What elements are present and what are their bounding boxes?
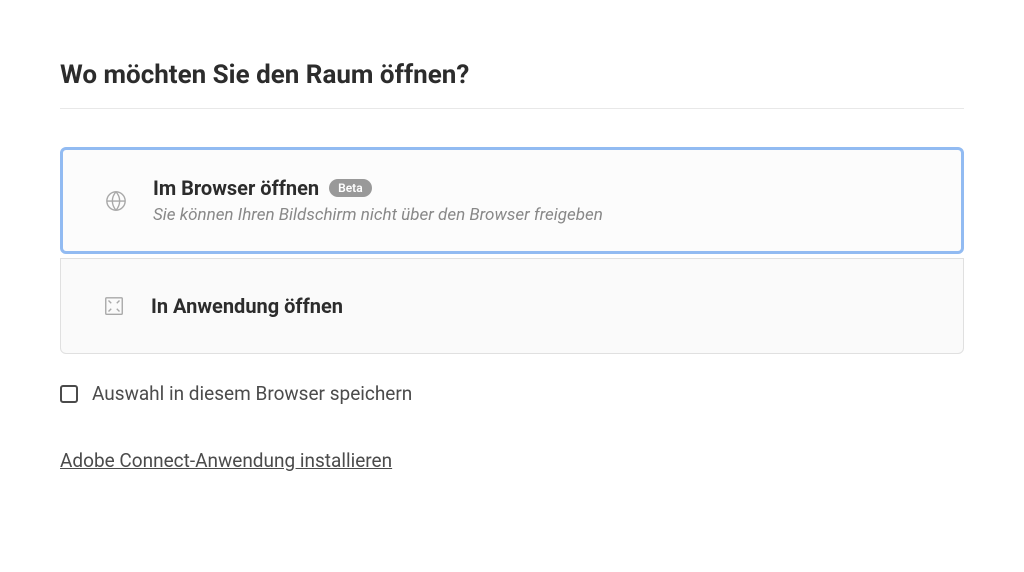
- option-app-title: In Anwendung öffnen: [151, 294, 343, 318]
- option-open-in-browser[interactable]: Im Browser öffnen Beta Sie können Ihren …: [60, 147, 964, 254]
- checkbox-box-icon: [60, 385, 78, 403]
- beta-badge: Beta: [329, 179, 372, 197]
- options-container: Im Browser öffnen Beta Sie können Ihren …: [60, 147, 964, 354]
- option-title-row: Im Browser öffnen Beta: [153, 176, 603, 200]
- option-text-container: In Anwendung öffnen: [151, 294, 343, 318]
- remember-label: Auswahl in diesem Browser speichern: [92, 382, 412, 405]
- option-browser-subtitle: Sie können Ihren Bildschirm nicht über d…: [153, 205, 603, 225]
- dialog-title: Wo möchten Sie den Raum öffnen?: [60, 60, 964, 109]
- option-open-in-app[interactable]: In Anwendung öffnen: [60, 258, 964, 354]
- remember-checkbox[interactable]: Auswahl in diesem Browser speichern: [60, 382, 964, 405]
- globe-icon: [103, 188, 129, 214]
- option-browser-title: Im Browser öffnen: [153, 176, 319, 200]
- install-app-link[interactable]: Adobe Connect-Anwendung installieren: [60, 449, 392, 472]
- option-text-container: Im Browser öffnen Beta Sie können Ihren …: [153, 176, 603, 225]
- app-icon: [101, 293, 127, 319]
